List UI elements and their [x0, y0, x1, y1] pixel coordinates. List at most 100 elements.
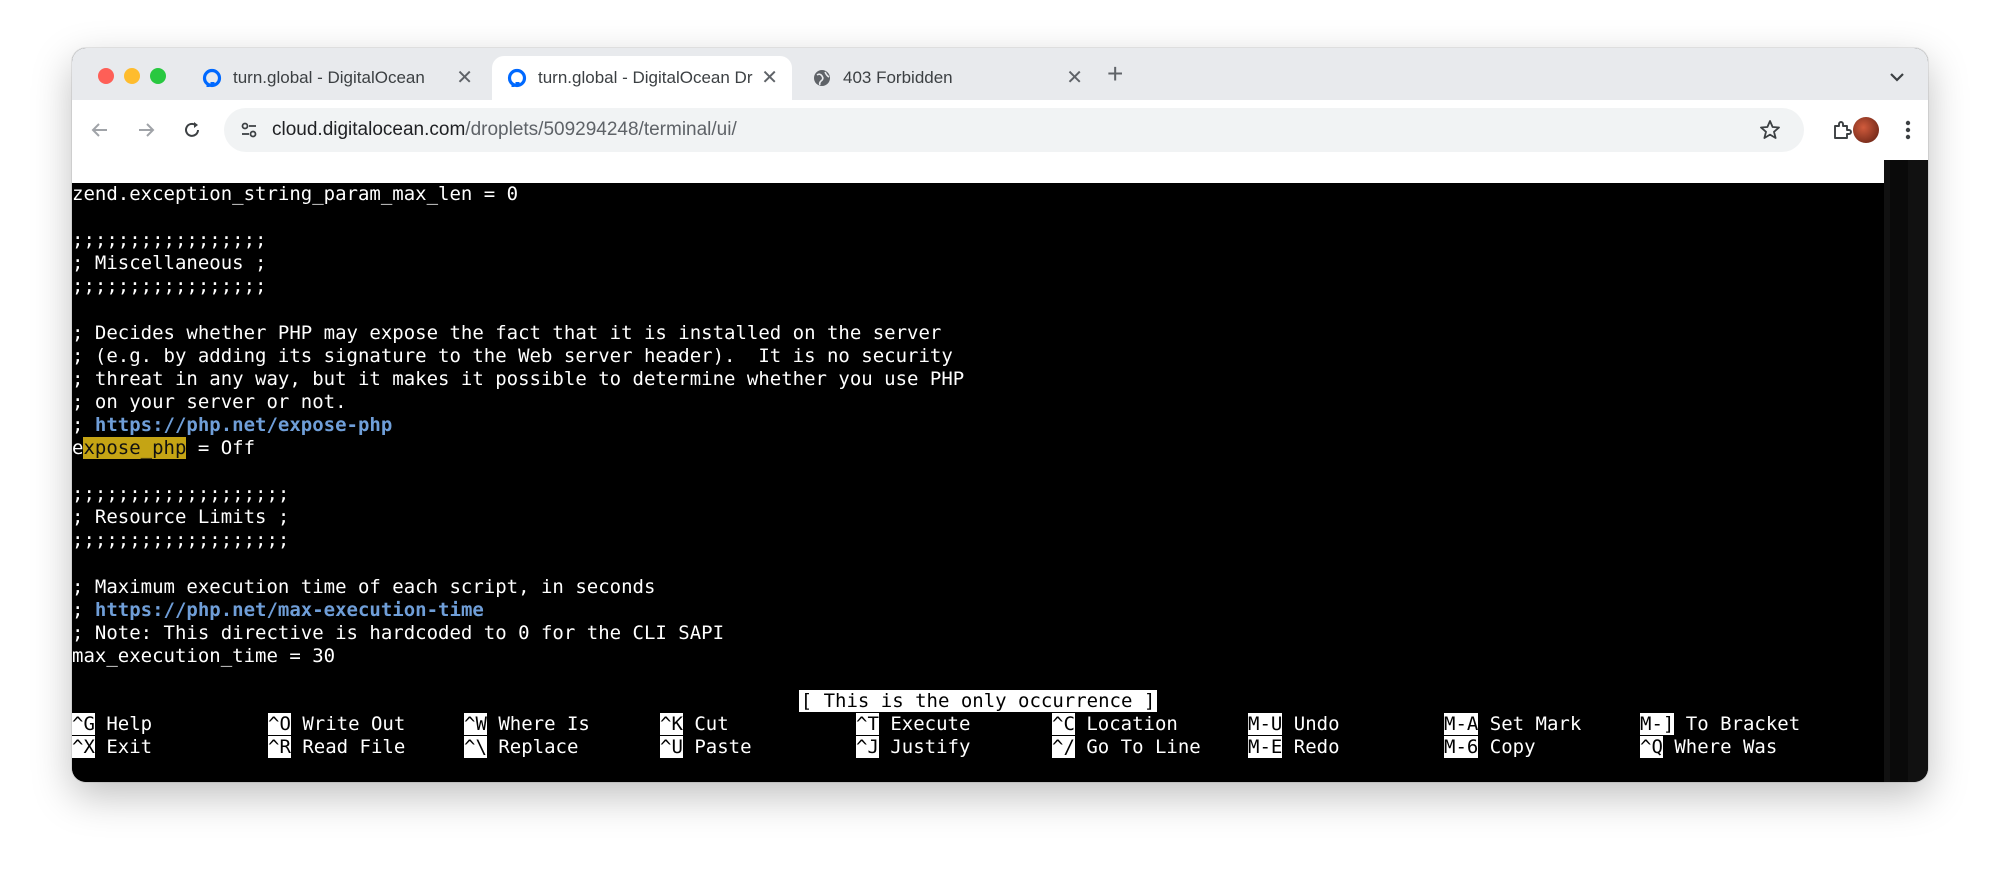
reload-icon[interactable] [178, 116, 206, 144]
shortcut-key: ^\ [464, 736, 487, 758]
shortcut-label: Read File [290, 736, 406, 758]
zoom-window-button[interactable] [150, 68, 166, 84]
shortcut-key: ^X [72, 736, 95, 758]
shortcut-label: Replace [486, 736, 579, 758]
shortcut-label: Write Out [290, 713, 406, 735]
shortcut-where-was[interactable]: ^Q Where Was [1640, 736, 1777, 759]
shortcut-key: M-] [1640, 713, 1675, 735]
tab-digitalocean-1[interactable]: turn.global - DigitalOcean ✕ [187, 56, 487, 100]
forward-icon[interactable] [132, 116, 160, 144]
back-icon[interactable] [86, 116, 114, 144]
shortcut-label: Help [94, 713, 153, 735]
shortcut-key: ^O [268, 713, 291, 735]
code-line: ; on your server or not. [72, 390, 347, 413]
chevron-down-icon[interactable] [1884, 66, 1910, 88]
shortcut-key: ^Q [1640, 736, 1663, 758]
shortcut-execute[interactable]: ^T Execute [856, 713, 970, 736]
shortcut-key: M-6 [1444, 736, 1479, 758]
shortcut-replace[interactable]: ^\ Replace [464, 736, 578, 759]
shortcut-go-to-line[interactable]: ^/ Go To Line [1052, 736, 1201, 759]
shortcut-justify[interactable]: ^J Justify [856, 736, 970, 759]
new-tab-button[interactable]: + [1107, 60, 1123, 88]
shortcut-help[interactable]: ^G Help [72, 713, 152, 736]
shortcut-label: Location [1074, 713, 1178, 735]
url-path: /droplets/509294248/terminal/ui/ [465, 119, 737, 140]
scrollbar-track[interactable] [1890, 160, 1908, 782]
code-line: ;;;;;;;;;;;;;;;;; [72, 229, 267, 252]
shortcut-label: Paste [682, 736, 752, 758]
code-line: ;;;;;;;;;;;;;;;;; [72, 275, 267, 298]
shortcut-key: M-E [1248, 736, 1283, 758]
code-line-link: ; https://php.net/max-execution-time [72, 599, 1884, 622]
code-line: ; Resource Limits ; [72, 506, 290, 529]
shortcut-label: Justify [878, 736, 971, 758]
tab-title: 403 Forbidden [843, 68, 953, 87]
editor-buffer[interactable]: zend.exception_string_param_max_len = 0 … [72, 183, 1884, 668]
shortcut-where-is[interactable]: ^W Where Is [464, 713, 590, 736]
minimize-window-button[interactable] [124, 68, 140, 84]
max-execution-time-link[interactable]: https://php.net/max-execution-time [95, 599, 484, 621]
tab-403-forbidden[interactable]: 403 Forbidden ✕ [797, 56, 1097, 100]
shortcut-label: Where Was [1662, 736, 1778, 758]
tab-digitalocean-2[interactable]: turn.global - DigitalOcean Droplet ✕ [492, 56, 792, 100]
address-bar[interactable]: cloud.digitalocean.com/droplets/50929424… [224, 108, 1804, 152]
code-line: ; Decides whether PHP may expose the fac… [72, 321, 942, 344]
url-text[interactable]: cloud.digitalocean.com/droplets/50929424… [272, 119, 737, 141]
shortcut-bar: ^G Help ^X Exit ^O Write Out ^R Read Fil… [72, 713, 1884, 759]
code-line: max_execution_time = 30 [72, 644, 336, 667]
search-match-highlight: xpose_php [83, 437, 187, 460]
shortcut-key: ^U [660, 736, 683, 758]
browser-toolbar: cloud.digitalocean.com/droplets/50929424… [72, 100, 1928, 160]
shortcut-label: Cut [682, 713, 729, 735]
shortcut-undo[interactable]: M-U Undo [1248, 713, 1340, 736]
code-line: ; threat in any way, but it makes it pos… [72, 367, 965, 390]
shortcut-key: ^G [72, 713, 95, 735]
shortcut-label: Where Is [486, 713, 590, 735]
shortcut-read-file[interactable]: ^R Read File [268, 736, 405, 759]
shortcut-label: Set Mark [1478, 713, 1582, 735]
avatar[interactable] [1852, 116, 1880, 144]
code-line: ; Miscellaneous ; [72, 252, 267, 275]
site-settings-icon[interactable] [238, 119, 260, 141]
shortcut-key: M-U [1248, 713, 1283, 735]
code-line-link: ; https://php.net/expose-php [72, 414, 1884, 437]
globe-icon [811, 67, 833, 89]
shortcut-to-bracket[interactable]: M-] To Bracket [1640, 713, 1800, 736]
terminal-scrollbar[interactable] [1884, 160, 1928, 782]
shortcut-key: ^J [856, 736, 879, 758]
shortcut-key: ^C [1052, 713, 1075, 735]
shortcut-cut[interactable]: ^K Cut [660, 713, 729, 736]
shortcut-label: Copy [1478, 736, 1536, 758]
shortcut-paste[interactable]: ^U Paste [660, 736, 752, 759]
shortcut-key: ^K [660, 713, 683, 735]
shortcut-redo[interactable]: M-E Redo [1248, 736, 1340, 759]
close-window-button[interactable] [98, 68, 114, 84]
shortcut-exit[interactable]: ^X Exit [72, 736, 152, 759]
shortcut-location[interactable]: ^C Location [1052, 713, 1178, 736]
shortcut-set-mark[interactable]: M-A Set Mark [1444, 713, 1581, 736]
bookmark-star-icon[interactable] [1758, 118, 1782, 142]
kebab-menu-icon[interactable] [1894, 116, 1922, 144]
terminal[interactable]: GNU nano 7.2 /etc/php/8.3/fpm/php.ini * … [72, 160, 1884, 782]
close-icon[interactable]: ✕ [456, 68, 473, 88]
shortcut-key: ^R [268, 736, 291, 758]
close-icon[interactable]: ✕ [761, 68, 778, 88]
code-line: ;;;;;;;;;;;;;;;;;;; [72, 483, 290, 506]
code-line: ;;;;;;;;;;;;;;;;;;; [72, 529, 290, 552]
cursor-char: e [72, 437, 84, 460]
shortcut-copy[interactable]: M-6 Copy [1444, 736, 1536, 759]
shortcut-label: Redo [1282, 736, 1340, 758]
status-text: [ This is the only occurrence ] [798, 690, 1158, 712]
comment-prefix: ; [72, 598, 95, 621]
tab-title: turn.global - DigitalOcean Droplet [538, 68, 753, 87]
shortcut-write-out[interactable]: ^O Write Out [268, 713, 405, 736]
shortcut-label: To Bracket [1674, 713, 1801, 735]
expose-php-link[interactable]: https://php.net/expose-php [95, 414, 392, 436]
code-line-expose-php: expose_php = Off [72, 437, 1884, 460]
shortcut-label: Go To Line [1074, 736, 1201, 758]
code-line: ; Maximum execution time of each script,… [72, 575, 656, 598]
close-icon[interactable]: ✕ [1066, 68, 1083, 88]
